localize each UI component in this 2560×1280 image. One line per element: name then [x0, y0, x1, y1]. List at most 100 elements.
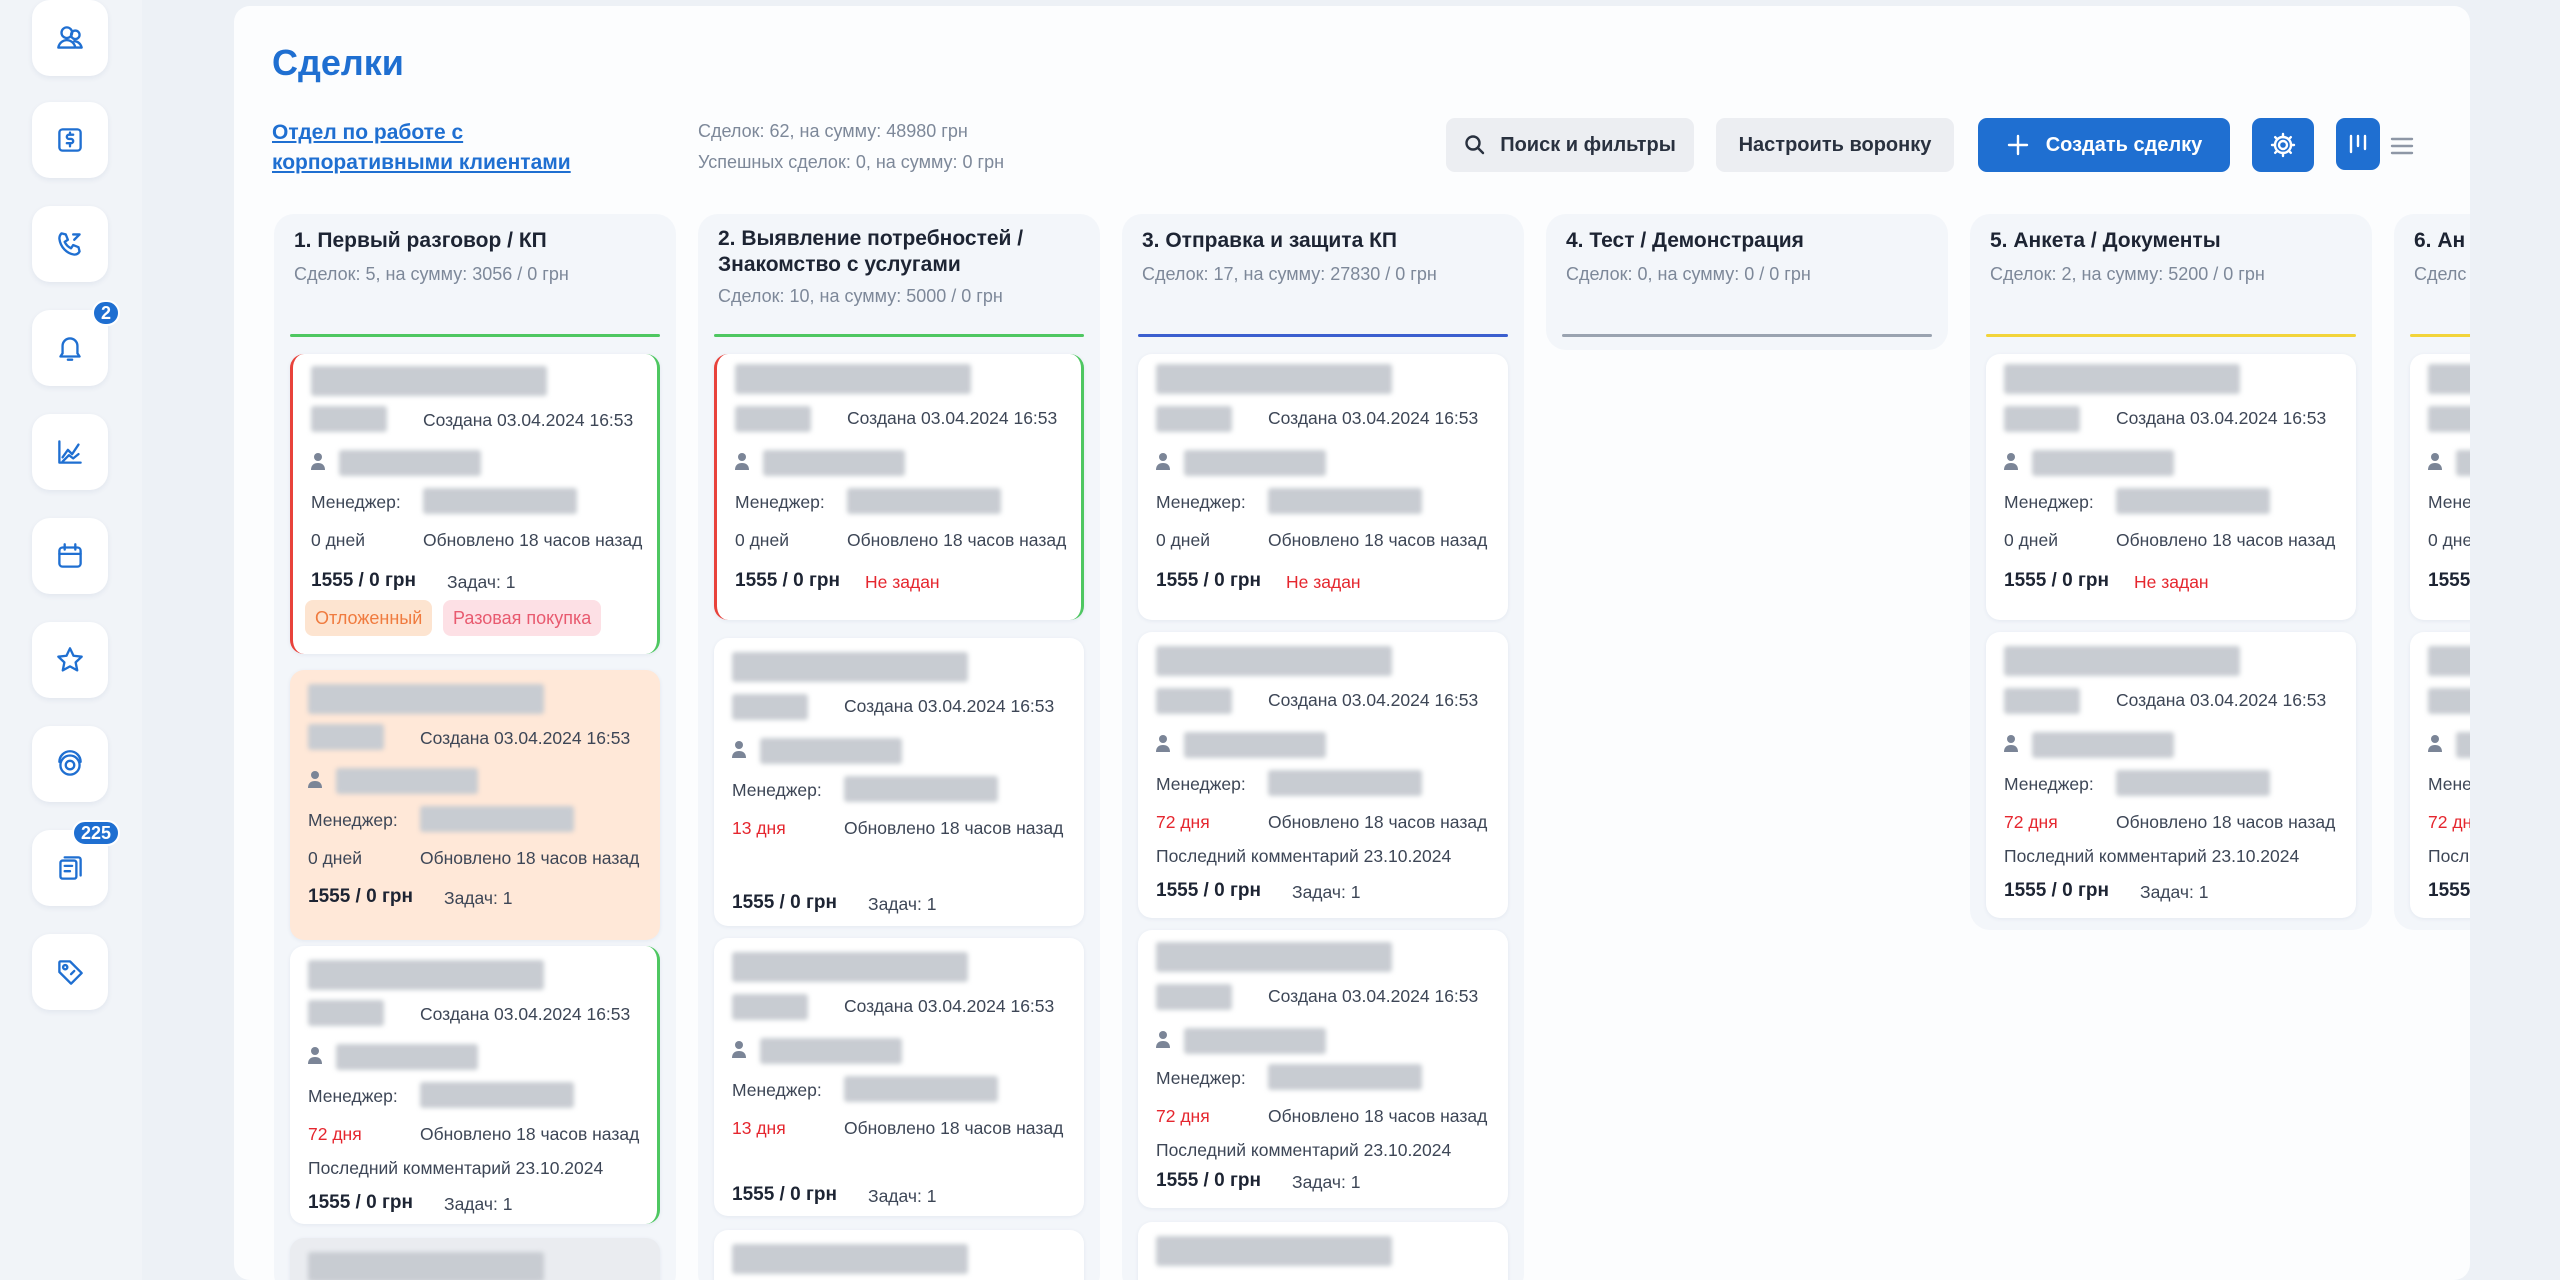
updated-time: Обновлено 18 часов назад: [420, 1124, 640, 1144]
star-icon: [57, 647, 83, 672]
manager-label: Менеджер:: [735, 492, 825, 512]
deals-successful: Успешных сделок: 0, на сумму: 0 грн: [698, 152, 1005, 172]
updated-time: Обновлено 18 часов назад: [847, 530, 1067, 550]
deal-amount: 1555 / 0 грн: [2428, 570, 2470, 591]
sidebar-item-calls[interactable]: [32, 206, 108, 282]
kanban-icon: [2349, 134, 2367, 154]
deal-age: 0 дней: [1156, 530, 1210, 550]
person-icon: [311, 452, 325, 470]
deal-card[interactable]: [290, 1238, 660, 1280]
manager-label: Менеджер:: [311, 492, 401, 512]
created-date: Создана 03.04.2024 16:53: [420, 1004, 631, 1024]
person-icon: [308, 1046, 322, 1064]
pipeline-column: 6. Ан Сделс Менеджер: 0 дней 1555 / 0 гр…: [2394, 214, 2470, 930]
column-stats: Сделок: 17, на сумму: 27830 / 0 грн: [1142, 264, 1437, 284]
kanban-view-toggle[interactable]: [2336, 118, 2380, 170]
create-deal-button[interactable]: Создать сделку: [1978, 118, 2230, 172]
deal-card[interactable]: Создана 03.04.2024 16:53 Менеджер: 0 дне…: [1138, 354, 1508, 620]
pipeline-column: 4. Тест / Демонстрация Сделок: 0, на сум…: [1546, 214, 1948, 350]
updated-time: Обновлено 18 часов назад: [1268, 1106, 1488, 1126]
column-title: 3. Отправка и защита КП: [1142, 229, 1398, 252]
deal-card[interactable]: Создана 03.04.2024 16:53 Менеджер: 0 дне…: [1986, 354, 2356, 620]
created-date: Создана 03.04.2024 16:53: [423, 410, 634, 430]
sidebar-item-documents[interactable]: 225: [32, 820, 120, 906]
deal-card[interactable]: [1138, 1222, 1508, 1280]
person-icon: [2428, 734, 2442, 752]
created-date: Создана 03.04.2024 16:53: [2116, 408, 2327, 428]
sidebar-item-clients[interactable]: [32, 0, 108, 76]
column-divider: [1562, 334, 1932, 337]
sidebar-item-notifications[interactable]: 2: [32, 300, 120, 386]
configure-funnel-button[interactable]: Настроить воронку: [1716, 118, 1954, 172]
create-deal-label: Создать сделку: [2045, 133, 2203, 156]
sidebar-item-tags[interactable]: [32, 934, 108, 1010]
deal-amount: 1555 / 0 грн: [732, 892, 837, 913]
created-date: Создана 03.04.2024 16:53: [844, 996, 1055, 1016]
deal-amount: 1555 / 0 грн: [308, 1192, 413, 1213]
deal-card[interactable]: Создана 03.04.2024 16:53 Менеджер: 72 дн…: [290, 946, 660, 1224]
deal-card[interactable]: Менеджер: 0 дней 1555 / 0 грн: [2410, 354, 2470, 620]
tag-one-off-purchase[interactable]: Разовая покупка: [443, 600, 602, 636]
tasks-count: Задач: 1: [444, 888, 513, 908]
sidebar: 2 225: [0, 0, 142, 1280]
sidebar-item-analytics[interactable]: [32, 414, 108, 490]
list-view-toggle[interactable]: [2388, 132, 2416, 160]
person-icon: [2004, 452, 2018, 470]
bell-icon: [59, 337, 81, 361]
tasks-status: Не задан: [1286, 572, 1361, 592]
calendar-icon: [58, 543, 82, 568]
sidebar-item-favorites[interactable]: [32, 622, 108, 698]
created-date: Создана 03.04.2024 16:53: [2116, 690, 2327, 710]
tasks-count: Задач: 1: [1292, 1172, 1361, 1192]
deal-amount: 1555 / 0 грн: [2428, 880, 2470, 901]
deal-card[interactable]: Создана 03.04.2024 16:53 Менеджер: 72 дн…: [1986, 632, 2356, 918]
column-divider: [714, 334, 1084, 337]
person-icon: [1156, 1030, 1170, 1048]
documents-badge: 225: [71, 820, 120, 846]
deal-amount: 1555 / 0 грн: [732, 1184, 837, 1205]
deal-age: 0 дней: [2004, 530, 2058, 550]
last-comment: Последний комментарий 23.10.2024: [2004, 846, 2300, 866]
column-title: 4. Тест / Демонстрация: [1566, 229, 1804, 252]
deal-amount: 1555 / 0 грн: [311, 570, 416, 591]
deal-card[interactable]: Создана 03.04.2024 16:53 Менеджер: 72 дн…: [1138, 632, 1508, 918]
sidebar-item-calendar[interactable]: [32, 518, 108, 594]
person-icon: [2428, 452, 2442, 470]
deal-card[interactable]: Создана 03.04.2024 16:53 Менеджер: 72 дн…: [1138, 930, 1508, 1208]
last-comment: Последний комментарий 23.10.2024: [1156, 1140, 1452, 1160]
column-title: 1. Первый разговор / КП: [294, 229, 547, 252]
configure-funnel-label: Настроить воронку: [1738, 133, 1932, 156]
deal-card[interactable]: Создана 03.04.2024 16:53 Менеджер: 0 дне…: [290, 670, 660, 940]
person-icon: [2004, 734, 2018, 752]
right-edge-fade: [2500, 0, 2560, 1280]
deal-age: 0 дней: [735, 530, 789, 550]
manager-label: Менеджер:: [2428, 492, 2470, 512]
manager-label: Менеджер:: [732, 780, 822, 800]
deal-card[interactable]: [714, 1230, 1084, 1280]
notification-badge: 2: [91, 300, 120, 326]
deal-amount: 1555 / 0 грн: [1156, 570, 1261, 591]
support-icon: [58, 750, 82, 776]
pipeline-column: 1. Первый разговор / КП Сделок: 5, на су…: [274, 214, 676, 1280]
deal-card[interactable]: Создана 03.04.2024 16:53 Менеджер: 0 дне…: [714, 354, 1084, 620]
deal-amount: 1555 / 0 грн: [1156, 1170, 1261, 1191]
sidebar-item-support[interactable]: [32, 726, 108, 802]
pipeline-column: 2. Выявление потребностей / Знакомство с…: [698, 214, 1100, 1280]
tag-postponed[interactable]: Отложенный: [305, 600, 433, 636]
search-filters-button[interactable]: Поиск и фильтры: [1446, 118, 1694, 172]
deal-card[interactable]: Создана 03.04.2024 16:53 Менеджер: 13 дн…: [714, 638, 1084, 926]
tasks-count: Задач: 1: [447, 572, 516, 592]
sidebar-item-finance[interactable]: [32, 102, 108, 178]
updated-time: Обновлено 18 часов назад: [2116, 812, 2336, 832]
settings-button[interactable]: [2252, 118, 2314, 172]
main-panel: Сделки Отдел по работе с корпоративными …: [234, 6, 2470, 1280]
deals-total: Сделок: 62, на сумму: 48980 грн: [698, 121, 968, 141]
pipeline-column: 3. Отправка и защита КП Сделок: 17, на с…: [1122, 214, 1524, 1280]
created-date: Создана 03.04.2024 16:53: [844, 696, 1055, 716]
deal-card[interactable]: Создана 03.04.2024 16:53 Менеджер: 13 дн…: [714, 938, 1084, 1216]
updated-time: Обновлено 18 часов назад: [844, 818, 1064, 838]
deal-card[interactable]: Создана 03.04.2024 16:53 Менеджер: 0 дне…: [290, 354, 660, 654]
deal-card[interactable]: Менеджер: 72 дня Последний комментарий 2…: [2410, 632, 2470, 918]
created-date: Создана 03.04.2024 16:53: [1268, 986, 1479, 1006]
department-link[interactable]: Отдел по работе с корпоративными клиента…: [272, 118, 592, 178]
